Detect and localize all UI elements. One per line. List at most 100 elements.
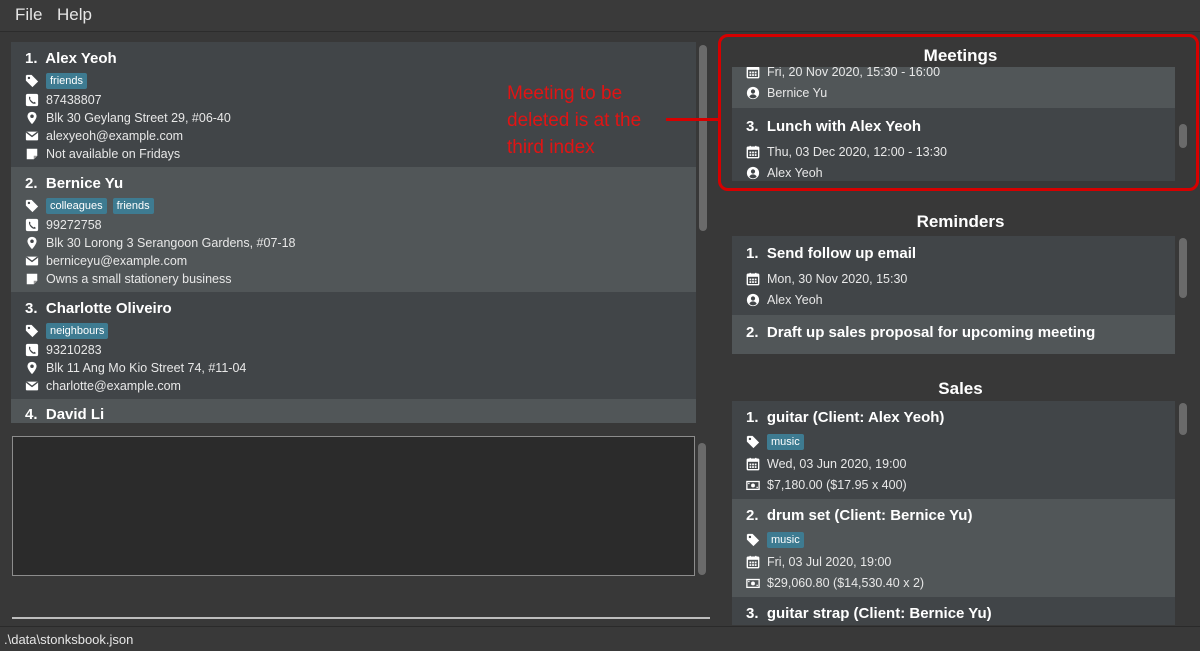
tag: friends xyxy=(46,73,88,89)
person-card[interactable]: 3. Charlotte Oliveiro neighbours 9321028… xyxy=(11,292,696,399)
email-row: charlotte@example.com xyxy=(25,377,181,395)
amount-text: $29,060.80 ($14,530.40 x 2) xyxy=(767,576,925,590)
reminder-card[interactable]: 1. Send follow up email Mon, 30 Nov 2020… xyxy=(732,236,1175,315)
meetings-list[interactable]: Fri, 20 Nov 2020, 15:30 - 16:00 Bernice … xyxy=(732,67,1175,181)
person-name: 1. Alex Yeoh xyxy=(25,50,117,67)
phone-icon xyxy=(25,343,39,357)
person-list-scrollbar[interactable] xyxy=(699,45,707,231)
result-scrollbar[interactable] xyxy=(698,443,706,575)
remark-row: Not available on Fridays xyxy=(25,145,180,163)
remark-row: Owns a small stationery business xyxy=(25,270,232,288)
phone-row: 99272758 xyxy=(25,216,102,234)
person-index: 4. xyxy=(25,406,38,423)
email-icon xyxy=(25,129,39,143)
sales-title: Sales xyxy=(938,379,983,398)
reminders-list[interactable]: 1. Send follow up email Mon, 30 Nov 2020… xyxy=(732,236,1175,354)
calendar-icon xyxy=(746,272,760,286)
sales-panel: Sales 1. guitar (Client: Alex Yeoh) musi… xyxy=(721,365,1200,625)
sale-card[interactable]: 3. guitar strap (Client: Bernice Yu) xyxy=(732,597,1175,625)
person-name: 3. Charlotte Oliveiro xyxy=(25,300,172,317)
calendar-icon xyxy=(746,67,760,79)
reminders-panel: Reminders 1. Send follow up email Mon, 3… xyxy=(721,198,1200,363)
person-card[interactable]: 2. Bernice Yu colleagues friends 9927275… xyxy=(11,167,696,292)
person-name: 2. Bernice Yu xyxy=(25,175,123,192)
tags-row: music xyxy=(746,433,810,451)
email-text: berniceyu@example.com xyxy=(46,254,188,268)
command-input-line[interactable] xyxy=(12,617,710,619)
reminder-card[interactable]: 2. Draft up sales proposal for upcoming … xyxy=(732,315,1175,354)
sale-card[interactable]: 2. drum set (Client: Bernice Yu) music F… xyxy=(732,499,1175,597)
tags-row: neighbours xyxy=(25,322,114,340)
location-pin-icon xyxy=(25,236,39,250)
datetime-row: Thu, 03 Dec 2020, 12:00 - 13:30 xyxy=(746,143,947,161)
address-row: Blk 30 Geylang Street 29, #06-40 xyxy=(25,109,231,127)
sale-title-text: drum set (Client: Bernice Yu) xyxy=(766,507,973,524)
phone-text: 99272758 xyxy=(46,218,102,232)
address-row: Blk 11 Ang Mo Kio Street 74, #11-04 xyxy=(25,359,246,377)
phone-icon xyxy=(25,218,39,232)
phone-row: 93210283 xyxy=(25,341,102,359)
datetime-text: Thu, 03 Dec 2020, 12:00 - 13:30 xyxy=(767,145,947,159)
sales-list[interactable]: 1. guitar (Client: Alex Yeoh) music Wed,… xyxy=(732,401,1175,625)
meetings-scrollbar[interactable] xyxy=(1179,124,1187,148)
sale-title: 2. drum set (Client: Bernice Yu) xyxy=(746,507,972,524)
contact-row: Bernice Yu xyxy=(746,84,827,102)
tag: neighbours xyxy=(46,323,109,339)
tag: music xyxy=(767,532,804,548)
email-row: alexyeoh@example.com xyxy=(25,127,183,145)
meeting-card[interactable]: Fri, 20 Nov 2020, 15:30 - 16:00 Bernice … xyxy=(732,67,1175,108)
annotation-text: Meeting to be deleted is at the third in… xyxy=(507,83,642,158)
meeting-title-text: Lunch with Alex Yeoh xyxy=(766,118,922,135)
address-text: Blk 30 Geylang Street 29, #06-40 xyxy=(46,111,231,125)
reminder-title-text: Draft up sales proposal for upcoming mee… xyxy=(766,324,1096,341)
person-name-text: Alex Yeoh xyxy=(45,50,117,67)
phone-row: 87438807 xyxy=(25,91,102,109)
person-index: 3. xyxy=(25,300,38,317)
reminder-title-text: Send follow up email xyxy=(766,245,917,262)
contact-row: Alex Yeoh xyxy=(746,291,823,309)
sale-title-text: guitar strap (Client: Bernice Yu) xyxy=(766,605,992,622)
person-name: 4. David Li xyxy=(25,406,104,423)
person-name-text: Bernice Yu xyxy=(45,175,124,192)
sale-index: 2. xyxy=(746,507,759,524)
address-row: Blk 30 Lorong 3 Serangoon Gardens, #07-1… xyxy=(25,234,295,252)
calendar-icon xyxy=(746,555,760,569)
datetime-row: Fri, 03 Jul 2020, 19:00 xyxy=(746,553,891,571)
tags-row: friends xyxy=(25,72,93,90)
annotation-pointer-line xyxy=(666,118,718,121)
sale-title: 3. guitar strap (Client: Bernice Yu) xyxy=(746,605,992,622)
meetings-title: Meetings xyxy=(923,46,998,65)
address-text: Blk 11 Ang Mo Kio Street 74, #11-04 xyxy=(46,361,247,375)
sale-index: 3. xyxy=(746,605,759,622)
tag-icon xyxy=(25,74,39,88)
result-display-box[interactable] xyxy=(12,436,695,576)
tag-icon xyxy=(746,533,760,547)
sales-scrollbar[interactable] xyxy=(1179,403,1187,435)
person-name-text: Charlotte Oliveiro xyxy=(45,300,172,317)
tag: colleagues xyxy=(46,198,107,214)
remark-text: Owns a small stationery business xyxy=(46,272,232,286)
menu-help[interactable]: Help xyxy=(57,5,92,25)
datetime-text: Mon, 30 Nov 2020, 15:30 xyxy=(767,272,908,286)
reminder-title: 2. Draft up sales proposal for upcoming … xyxy=(746,324,1095,341)
menu-file[interactable]: File xyxy=(15,5,42,25)
sale-card[interactable]: 1. guitar (Client: Alex Yeoh) music Wed,… xyxy=(732,401,1175,499)
reminders-scrollbar[interactable] xyxy=(1179,238,1187,298)
location-pin-icon xyxy=(25,111,39,125)
calendar-icon xyxy=(746,457,760,471)
money-icon xyxy=(746,576,760,590)
meeting-card[interactable]: 3. Lunch with Alex Yeoh Thu, 03 Dec 2020… xyxy=(732,108,1175,181)
tag-icon xyxy=(25,199,39,213)
person-card[interactable]: 4. David Li xyxy=(11,399,696,423)
contact-text: Alex Yeoh xyxy=(767,166,823,180)
tag-icon xyxy=(746,435,760,449)
contact-row: Alex Yeoh xyxy=(746,164,823,181)
storage-path: .\data\stonksbook.json xyxy=(4,632,134,647)
sale-title: 1. guitar (Client: Alex Yeoh) xyxy=(746,409,944,426)
person-index: 2. xyxy=(25,175,38,192)
reminders-title: Reminders xyxy=(916,212,1005,231)
datetime-text: Fri, 03 Jul 2020, 19:00 xyxy=(767,555,892,569)
email-text: alexyeoh@example.com xyxy=(46,129,184,143)
user-icon xyxy=(746,86,760,100)
person-name-text: David Li xyxy=(45,406,105,423)
